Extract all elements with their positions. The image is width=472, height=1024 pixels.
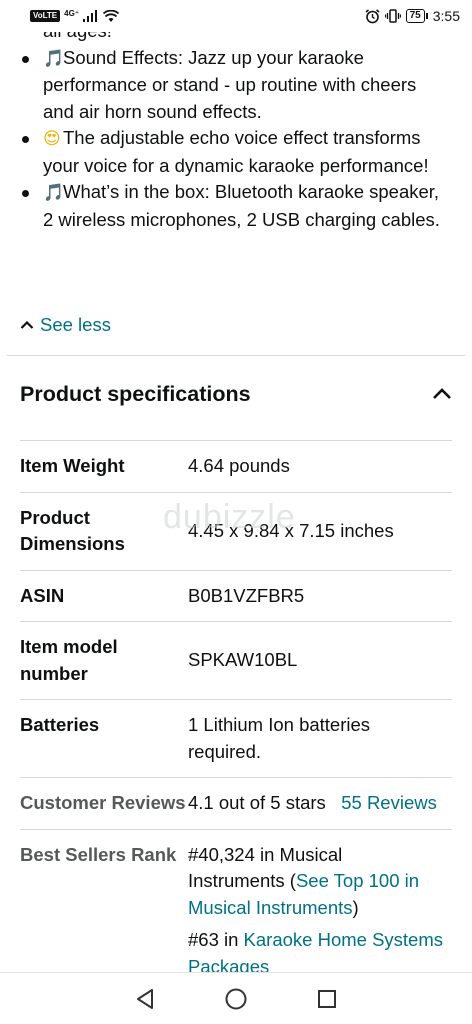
back-triangle-icon: [137, 988, 154, 1009]
status-left: VoLTE 4G⁺: [30, 8, 120, 24]
spec-value: B0B1VZFBR5: [188, 584, 305, 606]
musical-note-emoji: 🎵: [43, 183, 65, 202]
signal-icon: [83, 10, 98, 22]
spec-value: #40,324 in Musical Instruments (See Top …: [188, 842, 452, 973]
rank-line: #63 in Karaoke Home Systems Packages: [188, 927, 444, 972]
bullet-item: 🎵What’s in the box: Bluetooth karaoke sp…: [0, 179, 472, 233]
battery-level: 75: [405, 9, 425, 23]
spec-row: Product Dimensions 4.45 x 9.84 x 7.15 in…: [20, 491, 452, 570]
home-button[interactable]: [216, 979, 256, 1019]
recents-square-icon: [317, 989, 336, 1008]
spec-key: Item Weight: [20, 455, 125, 476]
status-right: 75 3:55: [365, 8, 460, 24]
spec-row: Batteries 1 Lithium Ion batteries requir…: [20, 699, 452, 777]
musical-note-emoji: 🎵: [43, 48, 65, 68]
section-title: Product specifications: [20, 381, 251, 406]
network-type: 4G⁺: [64, 8, 80, 18]
spec-value: 4.64 pounds: [188, 455, 290, 476]
spec-key: Batteries: [20, 714, 100, 735]
spec-row: Best Sellers Rank #40,324 in Musical Ins…: [20, 828, 452, 973]
rating-text: 4.1 out of 5 stars: [188, 792, 326, 813]
bullet-item: 😍 The adjustable echo voice effect transf…: [0, 125, 472, 179]
bullet-item-cut: all ages!: [0, 32, 472, 45]
spec-key: ASIN: [20, 584, 65, 606]
recents-button[interactable]: [307, 979, 347, 1019]
wifi-icon: [103, 9, 120, 22]
clock: 3:55: [432, 8, 460, 24]
bullet-text: all ages!: [43, 32, 112, 41]
spec-row: ASIN B0B1VZFBR5: [20, 569, 452, 622]
rank-text: ): [352, 896, 359, 918]
battery-icon: 75: [405, 9, 428, 23]
spec-key: Product Dimensions: [20, 506, 125, 555]
product-detail-content[interactable]: all ages! 🎵Sound Effects: Jazz up your k…: [0, 32, 472, 972]
see-less-link[interactable]: See less: [20, 314, 111, 336]
volte-indicator: VoLTE: [30, 10, 61, 22]
specifications-table: Item Weight 4.64 pounds Product Dimensio…: [20, 440, 452, 972]
reviews-link[interactable]: 55 Reviews: [341, 792, 437, 813]
spec-value: 1 Lithium Ion batteries required.: [188, 714, 371, 762]
see-less-label: See less: [40, 314, 111, 335]
bullet-text: What’s in the box: Bluetooth karaoke spe…: [43, 181, 440, 230]
feature-bullets: all ages! 🎵Sound Effects: Jazz up your k…: [0, 32, 472, 233]
chevron-up-icon[interactable]: [432, 387, 452, 401]
section-divider: [7, 355, 465, 356]
spec-row: Item model number SPKAW10BL: [20, 621, 452, 699]
bullet-dot: [22, 136, 29, 143]
back-button[interactable]: [125, 979, 165, 1019]
spec-row: Item Weight 4.64 pounds: [20, 440, 452, 492]
spec-value: 4.45 x 9.84 x 7.15 inches: [188, 519, 394, 541]
chevron-up-icon: [20, 320, 34, 329]
bullet-dot: [22, 190, 29, 197]
spec-key: Customer Reviews: [20, 792, 186, 813]
bullet-text: Sound Effects: Jazz up your karaoke perf…: [43, 46, 417, 122]
rank-line: #40,324 in Musical Instruments (See Top …: [188, 842, 444, 922]
product-specifications-header[interactable]: Product specifications: [20, 374, 452, 414]
navigation-bar: [0, 972, 472, 1024]
spec-key: Item model number: [20, 636, 118, 684]
spec-value: 4.1 out of 5 stars 55 Reviews: [188, 790, 452, 817]
battery-tip: [425, 13, 428, 19]
bullet-dot: [22, 55, 29, 63]
spec-row: Customer Reviews 4.1 out of 5 stars 55 R…: [20, 777, 452, 829]
alarm-icon: [365, 8, 380, 23]
vibrate-icon: [384, 9, 401, 23]
spec-value: SPKAW10BL: [188, 649, 298, 670]
home-circle-icon: [225, 988, 247, 1009]
heart-eyes-emoji: 😍: [43, 129, 61, 148]
rank-text: #63 in: [188, 929, 244, 950]
bullet-text: The adjustable echo voice effect transfo…: [43, 127, 429, 176]
spec-key: Best Sellers Rank: [20, 843, 177, 865]
status-bar: VoLTE 4G⁺ 75 3:55: [0, 0, 472, 32]
bullet-item: 🎵Sound Effects: Jazz up your karaoke per…: [0, 45, 472, 126]
